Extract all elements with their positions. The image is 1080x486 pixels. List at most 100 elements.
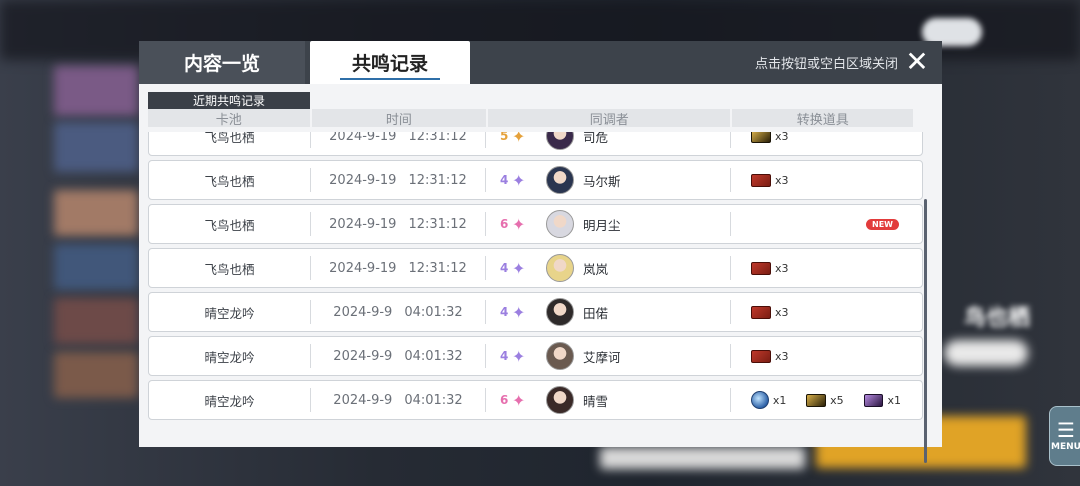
record-clock: 04:01:32 [404,392,463,408]
pool-name: 飞鸟也栖 [149,256,311,280]
items-cell: x3 [731,256,921,280]
record-clock: 04:01:32 [404,304,463,320]
table-row[interactable]: 晴空龙吟 2024-9-9 04:01:32 6 ✦ 晴雪 x1 x5 x1 [148,380,923,420]
tab-overview[interactable]: 内容一览 [139,41,305,84]
active-tab-indicator [340,78,440,80]
records-modal: 内容一览 共鸣记录 点击按钮或空白区域关闭 ✕ 近期共鸣记录 卡池 时间 同调者… [139,41,942,463]
background-card [944,340,1028,366]
hamburger-icon: ☰ [1057,418,1075,442]
record-time: 2024-9-9 04:01:32 [311,300,486,324]
rank-number: 6 [500,393,509,407]
item-quantity: x1 [772,393,787,407]
item-quantity: x3 [775,349,789,363]
menu-button[interactable]: ☰ MENU [1049,406,1080,466]
items-cell: x3 [731,168,921,192]
section-label: 近期共鸣记录 [148,92,310,109]
avatar [546,386,574,414]
character-cell: 4 ✦ 艾摩诃 [486,342,731,370]
column-header-character: 同调者 [488,109,731,128]
red-ticket-icon [751,173,771,187]
record-date: 2024-9-9 [333,392,393,408]
table-row[interactable]: 飞鸟也栖 2024-9-19 12:31:12 4 ✦ 岚岚 x3 [148,248,923,288]
character-cell: 4 ✦ 田偌 [486,298,731,326]
record-time: 2024-9-9 04:01:32 [311,344,486,368]
record-clock: 12:31:12 [408,216,467,232]
character-name: 岚岚 [583,261,609,277]
pool-name: 飞鸟也栖 [149,132,311,148]
item-quantity: x3 [775,261,789,275]
rank-number: 6 [500,217,509,231]
record-time: 2024-9-19 12:31:12 [311,168,486,192]
record-time: 2024-9-19 12:31:12 [311,132,486,148]
rank-number: 4 [500,305,509,319]
background-card [54,298,138,344]
tab-records[interactable]: 共鸣记录 [310,41,470,84]
record-time: 2024-9-19 12:31:12 [311,256,486,280]
character-name: 艾摩诃 [583,349,621,365]
records-list[interactable]: 飞鸟也栖 2024-9-19 12:31:12 5 ✦ 司危 x3 飞鸟也栖 2024-9-19… [148,132,925,444]
gold-ticket-icon [806,393,827,407]
close-icon[interactable]: ✕ [904,48,930,76]
record-date: 2024-9-9 [333,348,393,364]
record-clock: 04:01:32 [404,348,463,364]
background-title: 鸟也栖 [963,306,1030,331]
character-name: 马尔斯 [583,173,621,189]
rank-number: 4 [500,349,509,363]
pool-name: 飞鸟也栖 [149,212,311,236]
rank-number: 4 [500,173,509,187]
background-card [54,190,138,236]
pool-name: 晴空龙吟 [149,300,311,324]
pool-name: 晴空龙吟 [149,344,311,368]
record-date: 2024-9-19 [329,260,397,276]
pool-name: 晴空龙吟 [149,388,311,412]
pool-name: 飞鸟也栖 [149,168,311,192]
item-quantity: x1 [887,393,901,407]
background-card [54,122,138,172]
avatar [546,254,574,282]
character-name: 晴雪 [583,393,609,409]
modal-body: 近期共鸣记录 卡池 时间 同调者 转换道具 飞鸟也栖 2024-9-19 12:31… [139,84,942,463]
table-row[interactable]: 飞鸟也栖 2024-9-19 12:31:12 5 ✦ 司危 x3 [148,132,923,156]
items-cell: x3 [731,132,921,148]
avatar [546,342,574,370]
table-row[interactable]: 晴空龙吟 2024-9-9 04:01:32 4 ✦ 艾摩诃 x3 [148,336,923,376]
record-date: 2024-9-19 [329,216,397,232]
column-header-time: 时间 [311,109,487,128]
character-name: 田偌 [583,305,609,321]
character-name: 明月尘 [583,217,621,233]
avatar [546,132,574,150]
character-cell: 6 ✦ 晴雪 [486,386,731,414]
star-icon: ✦ [512,214,526,234]
items-cell: NEW [731,212,921,236]
items-cell: x1 x5 x1 [731,388,921,412]
character-cell: 4 ✦ 岚岚 [486,254,731,282]
scrollbar[interactable] [924,199,927,463]
star-icon: ✦ [512,170,526,190]
character-name: 司危 [583,132,609,145]
menu-label: MENU [1051,442,1080,452]
close-hint: 点击按钮或空白区域关闭 [754,57,898,72]
item-quantity: x3 [775,132,789,143]
record-clock: 12:31:12 [408,260,467,276]
background-card [54,66,138,116]
table-row[interactable]: 飞鸟也栖 2024-9-19 12:31:12 6 ✦ 明月尘 NEW [148,204,923,244]
background-card [54,244,138,290]
star-icon: ✦ [512,390,526,410]
gold-ticket-icon [751,132,771,143]
star-icon: ✦ [512,132,526,146]
item-quantity: x3 [775,173,789,187]
column-headers: 卡池 时间 同调者 转换道具 [148,109,915,128]
star-icon: ✦ [512,302,526,322]
items-cell: x3 [731,344,921,368]
record-clock: 12:31:12 [408,172,467,188]
table-row[interactable]: 飞鸟也栖 2024-9-19 12:31:12 4 ✦ 马尔斯 x3 [148,160,923,200]
record-time: 2024-9-9 04:01:32 [311,388,486,412]
new-badge: NEW [866,219,899,230]
character-cell: 6 ✦ 明月尘 [486,210,731,238]
rank-number: 5 [500,132,509,143]
column-header-items: 转换道具 [732,109,914,128]
background-card [600,447,805,469]
record-date: 2024-9-19 [329,172,397,188]
table-row[interactable]: 晴空龙吟 2024-9-9 04:01:32 4 ✦ 田偌 x3 [148,292,923,332]
avatar [546,210,574,238]
